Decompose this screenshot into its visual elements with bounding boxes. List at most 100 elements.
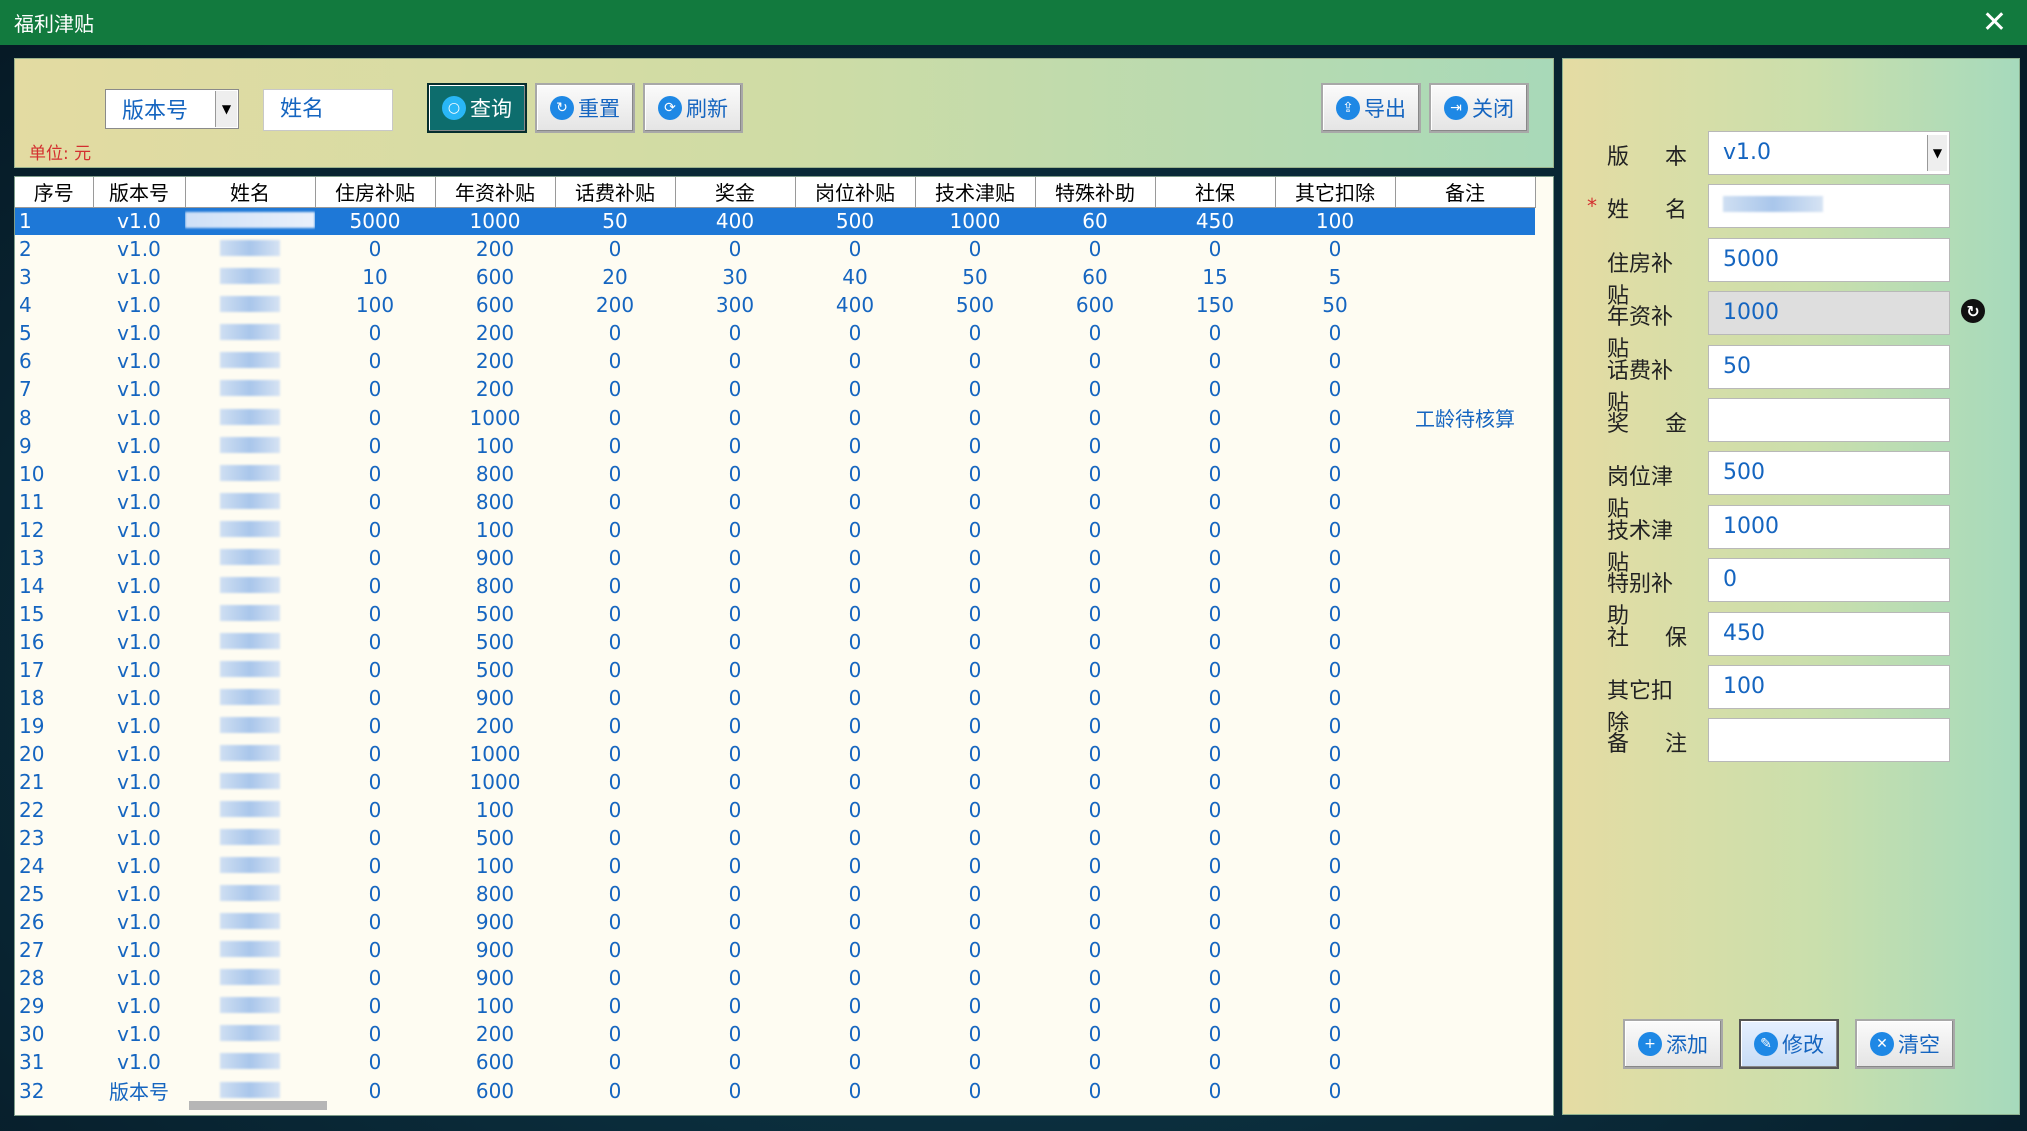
table-row[interactable]: 5 v1.0 0 200 0 0 0 0 0 0 0 xyxy=(15,319,1535,347)
form-field[interactable]: 450 xyxy=(1708,611,1950,656)
table-row[interactable]: 26 v1.0 0 900 0 0 0 0 0 0 0 xyxy=(15,908,1535,936)
table-cell: 0 xyxy=(728,854,742,878)
form-field[interactable]: 0 xyxy=(1708,558,1950,603)
table-row[interactable]: 22 v1.0 0 100 0 0 0 0 0 0 0 xyxy=(15,796,1535,824)
form-field[interactable]: 50 xyxy=(1708,344,1950,389)
column-header[interactable]: 社保 xyxy=(1155,177,1276,208)
form-field[interactable]: 100 xyxy=(1708,665,1950,709)
column-header[interactable]: 姓名 xyxy=(185,177,316,208)
table-row[interactable]: 16 v1.0 0 500 0 0 0 0 0 0 0 xyxy=(15,628,1535,656)
table-row[interactable]: 3 v1.0 10 600 20 30 40 50 60 15 5 xyxy=(15,263,1535,291)
table-cell: 200 xyxy=(475,1022,515,1046)
column-header[interactable]: 特殊补助 xyxy=(1035,177,1156,208)
column-header[interactable]: 备注 xyxy=(1395,177,1536,208)
table-row[interactable]: 2 v1.0 0 200 0 0 0 0 0 0 0 xyxy=(15,235,1535,263)
table-row[interactable]: 27 v1.0 0 900 0 0 0 0 0 0 0 xyxy=(15,936,1535,964)
redacted-name xyxy=(220,521,280,537)
table-cell: 7 xyxy=(19,377,32,401)
table-row[interactable]: 29 v1.0 0 100 0 0 0 0 0 0 0 xyxy=(15,992,1535,1020)
query-button[interactable]: ○ 查询 xyxy=(427,83,527,133)
table-row[interactable]: 11 v1.0 0 800 0 0 0 0 0 0 0 xyxy=(15,488,1535,516)
column-header[interactable]: 岗位补贴 xyxy=(795,177,916,208)
table-row[interactable]: 9 v1.0 0 100 0 0 0 0 0 0 0 xyxy=(15,432,1535,460)
table-row[interactable]: 19 v1.0 0 200 0 0 0 0 0 0 0 xyxy=(15,712,1535,740)
table-row[interactable]: 17 v1.0 0 500 0 0 0 0 0 0 0 xyxy=(15,656,1535,684)
redacted-name xyxy=(220,773,280,789)
table-row[interactable]: 20 v1.0 0 1000 0 0 0 0 0 0 0 xyxy=(15,740,1535,768)
form-field[interactable]: 500 xyxy=(1708,451,1950,496)
table-row[interactable]: 8 v1.0 0 1000 0 0 0 0 0 0 0 工龄待核算 xyxy=(15,403,1535,432)
reset-button[interactable]: ↻ 重置 xyxy=(535,83,635,133)
close-button[interactable]: ⇥ 关闭 xyxy=(1429,83,1529,133)
data-grid[interactable]: 序号 版本号 姓名 住房补贴 年资补贴 话费补贴 奖金 岗位补贴 技术津贴 特殊补助 社保 其它扣除备… xyxy=(14,176,1554,1116)
table-row[interactable]: 25 v1.0 0 800 0 0 0 0 0 0 0 xyxy=(15,880,1535,908)
table-row[interactable]: 18 v1.0 0 900 0 0 0 0 0 0 0 xyxy=(15,684,1535,712)
table-row[interactable]: 23 v1.0 0 500 0 0 0 0 0 0 0 xyxy=(15,824,1535,852)
recalculate-icon[interactable]: ↻ xyxy=(1961,299,1985,324)
table-cell: 200 xyxy=(475,321,515,345)
table-cell: 0 xyxy=(608,1050,622,1074)
redacted-name xyxy=(1723,196,1823,213)
refresh-button[interactable]: ⟳ 刷新 xyxy=(643,83,743,133)
column-header[interactable]: 版本号 xyxy=(93,177,186,208)
edit-button[interactable]: ✎ 修改 xyxy=(1739,1019,1839,1069)
table-cell: 450 xyxy=(1155,207,1275,235)
version-select[interactable]: 版本号 ▼ xyxy=(105,89,239,129)
form-field[interactable]: 5000 xyxy=(1708,237,1950,282)
form-field[interactable] xyxy=(1708,718,1950,763)
name-search-input[interactable]: 姓名 xyxy=(263,89,393,131)
form-field[interactable]: 1000 xyxy=(1708,504,1950,549)
table-row[interactable]: 1 v1.0 5000 1000 50 400 500 1000 60 450 100 xyxy=(15,207,1535,235)
column-header[interactable]: 奖金 xyxy=(675,177,796,208)
table-row[interactable]: 28 v1.0 0 900 0 0 0 0 0 0 0 xyxy=(15,964,1535,992)
form-field[interactable]: 1000 xyxy=(1708,291,1950,336)
table-row[interactable]: 13 v1.0 0 900 0 0 0 0 0 0 0 xyxy=(15,544,1535,572)
chevron-down-icon[interactable]: ▼ xyxy=(215,91,237,127)
table-cell: 5000 xyxy=(315,207,435,235)
column-header[interactable]: 技术津贴 xyxy=(915,177,1036,208)
form-field[interactable] xyxy=(1708,184,1950,229)
column-header[interactable]: 话费补贴 xyxy=(555,177,676,208)
unit-label: 单位: 元 xyxy=(29,144,92,164)
table-row[interactable]: 7 v1.0 0 200 0 0 0 0 0 0 0 xyxy=(15,375,1535,403)
table-row[interactable]: 14 v1.0 0 800 0 0 0 0 0 0 0 xyxy=(15,572,1535,600)
column-header[interactable]: 住房补贴 xyxy=(315,177,436,208)
table-cell: 0 xyxy=(968,574,982,598)
table-cell: 0 xyxy=(1328,574,1342,598)
table-cell xyxy=(1395,207,1535,235)
table-row[interactable]: 15 v1.0 0 500 0 0 0 0 0 0 0 xyxy=(15,600,1535,628)
table-row[interactable]: 21 v1.0 0 1000 0 0 0 0 0 0 0 xyxy=(15,768,1535,796)
table-cell: v1.0 xyxy=(117,1022,161,1046)
table-cell xyxy=(1395,964,1535,992)
table-cell: 0 xyxy=(728,994,742,1018)
horizontal-scrollbar[interactable] xyxy=(189,1101,327,1110)
clear-button[interactable]: ✕ 清空 xyxy=(1855,1019,1955,1069)
column-header[interactable]: 序号 xyxy=(15,177,94,208)
table-row[interactable]: 12 v1.0 0 100 0 0 0 0 0 0 0 xyxy=(15,516,1535,544)
table-cell: 0 xyxy=(608,490,622,514)
column-header[interactable]: 年资补贴 xyxy=(435,177,556,208)
export-button[interactable]: ⇪ 导出 xyxy=(1321,83,1421,133)
table-cell: 0 xyxy=(968,686,982,710)
table-row[interactable]: 30 v1.0 0 200 0 0 0 0 0 0 0 xyxy=(15,1020,1535,1048)
table-cell xyxy=(1395,852,1535,880)
form-field[interactable] xyxy=(1708,398,1950,442)
table-cell: 0 xyxy=(608,349,622,373)
table-row[interactable]: 24 v1.0 0 100 0 0 0 0 0 0 0 xyxy=(15,852,1535,880)
close-icon[interactable]: ✕ xyxy=(1982,7,2013,38)
table-cell: 300 xyxy=(715,293,755,317)
table-cell: 0 xyxy=(608,377,622,401)
table-row[interactable]: 10 v1.0 0 800 0 0 0 0 0 0 0 xyxy=(15,460,1535,488)
table-row[interactable]: 6 v1.0 0 200 0 0 0 0 0 0 0 xyxy=(15,347,1535,375)
table-cell: 0 xyxy=(728,1022,742,1046)
column-header[interactable]: 其它扣除 xyxy=(1275,177,1396,208)
table-cell: 0 xyxy=(1088,377,1102,401)
table-cell: 1000 xyxy=(469,770,521,794)
table-row[interactable]: 31 v1.0 0 600 0 0 0 0 0 0 0 xyxy=(15,1048,1535,1076)
table-cell: 0 xyxy=(728,490,742,514)
table-row[interactable]: 4 v1.0 100 600 200 300 400 500 600 150 50 xyxy=(15,291,1535,319)
table-cell: 0 xyxy=(608,405,622,430)
form-field[interactable]: v1.0 ▼ xyxy=(1708,131,1950,175)
chevron-down-icon[interactable]: ▼ xyxy=(1927,135,1947,171)
add-button[interactable]: + 添加 xyxy=(1623,1019,1723,1069)
